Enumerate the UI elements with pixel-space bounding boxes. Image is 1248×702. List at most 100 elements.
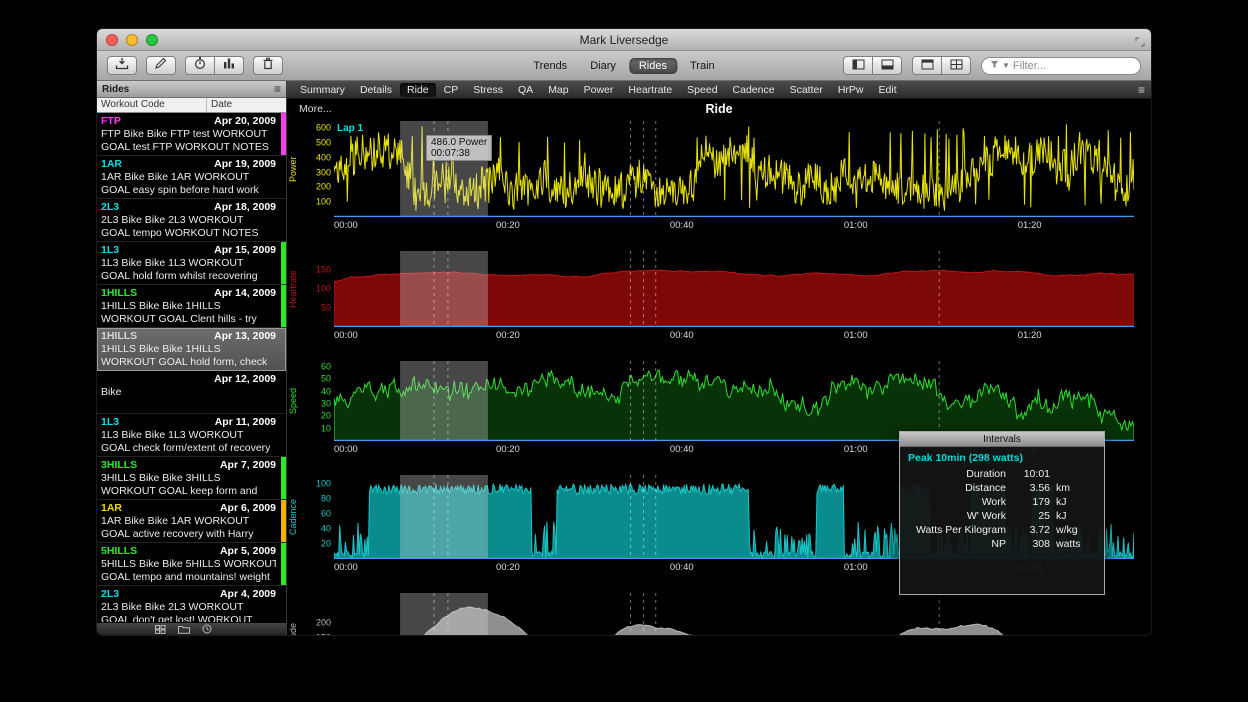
ride-row[interactable]: Apr 12, 2009Bike (97, 371, 286, 414)
intervals-button[interactable] (214, 56, 244, 75)
sidebar-header[interactable]: Rides ≡ (97, 81, 286, 98)
stat-label: NP (908, 537, 1014, 551)
y-tick-label: 400 (316, 153, 331, 162)
filter-input[interactable]: ▼ Filter... (981, 57, 1141, 75)
workout-code: 2L3 (101, 588, 119, 601)
toolbar-right: ▼ Filter... (843, 56, 1141, 75)
clock-icon[interactable] (202, 621, 212, 636)
toolbar-tab-diary[interactable]: Diary (580, 58, 626, 74)
ride-row[interactable]: 1HILLSApr 14, 20091HILLS Bike Bike 1HILL… (97, 285, 286, 328)
axis-label-cadence: Cadence (287, 475, 299, 559)
ride-description-line: GOAL easy spin before hard work (101, 184, 276, 197)
stopwatch-button[interactable] (185, 56, 215, 75)
y-tick-label: 40 (321, 387, 331, 396)
ride-list[interactable]: FTPApr 20, 2009FTP Bike Bike FTP test WO… (97, 113, 286, 622)
view-tab-scatter[interactable]: Scatter (783, 83, 830, 97)
sidebar-menu-icon[interactable]: ≡ (274, 84, 281, 94)
ride-row-top: 2L3Apr 18, 2009 (101, 201, 276, 214)
tiled-view-button[interactable] (941, 56, 971, 75)
chart-axis-altitude: Altitude100150200 (287, 593, 334, 636)
ride-description-line: 1HILLS Bike Bike 1HILLS (101, 300, 276, 313)
ride-row[interactable]: 1ARApr 6, 20091AR Bike Bike 1AR WORKOUTG… (97, 500, 286, 543)
close-button[interactable] (106, 34, 118, 46)
ride-row[interactable]: 1L3Apr 15, 20091L3 Bike Bike 1L3 WORKOUT… (97, 242, 286, 285)
view-tab-stress[interactable]: Stress (466, 83, 510, 97)
ride-date: Apr 15, 2009 (214, 244, 276, 257)
folder-icon[interactable] (178, 621, 190, 636)
titlebar[interactable]: Mark Liversedge (97, 29, 1151, 51)
zoom-button[interactable] (146, 34, 158, 46)
content: Rides ≡ Workout Code Date FTPApr 20, 200… (97, 81, 1151, 636)
stat-label: Duration (908, 467, 1014, 481)
view-tab-details[interactable]: Details (353, 83, 399, 97)
toggle-lowbar-button[interactable] (872, 56, 902, 75)
edit-button[interactable] (146, 56, 176, 75)
plot-speed[interactable] (334, 361, 1134, 441)
view-menu-icon[interactable]: ≡ (1138, 83, 1145, 97)
view-tab-cadence[interactable]: Cadence (726, 83, 782, 97)
view-tab-heartrate[interactable]: Heartrate (621, 83, 679, 97)
intervals-popup-title[interactable]: Intervals (900, 432, 1104, 447)
view-tab-power[interactable]: Power (577, 83, 621, 97)
ride-row[interactable]: 1ARApr 19, 20091AR Bike Bike 1AR WORKOUT… (97, 156, 286, 199)
plot-altitude[interactable] (334, 593, 1134, 636)
x-tick-label: 00:20 (496, 330, 520, 341)
ride-row[interactable]: 1HILLSApr 13, 20091HILLS Bike Bike 1HILL… (97, 328, 286, 371)
x-tick-label: 01:00 (844, 444, 868, 455)
ride-description-line: 1L3 Bike Bike 1L3 WORKOUT (101, 429, 276, 442)
ride-row[interactable]: FTPApr 20, 2009FTP Bike Bike FTP test WO… (97, 113, 286, 156)
ride-row[interactable]: 1L3Apr 11, 20091L3 Bike Bike 1L3 WORKOUT… (97, 414, 286, 457)
y-tick-label: 100 (316, 198, 331, 207)
delete-button[interactable] (253, 56, 283, 75)
traffic-lights (106, 34, 158, 46)
ride-row[interactable]: 2L3Apr 4, 20092L3 Bike Bike 2L3 WORKOUTG… (97, 586, 286, 622)
ride-description-line: 1AR Bike Bike 1AR WORKOUT (101, 171, 276, 184)
single-view-button[interactable] (912, 56, 942, 75)
ride-row[interactable]: 5HILLSApr 5, 20095HILLS Bike Bike 5HILLS… (97, 543, 286, 586)
workout-code: 2L3 (101, 201, 119, 214)
y-tick-label: 200 (316, 619, 331, 628)
tool-segment (185, 56, 244, 75)
ride-row-top: 1ARApr 6, 2009 (101, 502, 276, 515)
grid-icon[interactable] (155, 621, 166, 636)
ride-row[interactable]: 3HILLSApr 7, 20093HILLS Bike Bike 3HILLS… (97, 457, 286, 500)
ride-color-bar (281, 242, 286, 284)
minimize-button[interactable] (126, 34, 138, 46)
ride-date: Apr 7, 2009 (220, 459, 276, 472)
plot-heartrate[interactable] (334, 251, 1134, 327)
view-tab-edit[interactable]: Edit (872, 83, 904, 97)
ride-description-line: 2L3 Bike Bike 2L3 WORKOUT (101, 601, 276, 614)
plot-power[interactable]: Lap 1486.0 Power00:07:38 (334, 121, 1134, 217)
fullscreen-icon[interactable] (1135, 34, 1145, 52)
toolbar-tab-trends[interactable]: Trends (523, 58, 577, 74)
ride-description-line: GOAL tempo WORKOUT NOTES (101, 227, 276, 240)
view-tab-map[interactable]: Map (541, 83, 575, 97)
view-tab-cp[interactable]: CP (437, 83, 466, 97)
layout-toggle-segment (912, 56, 971, 75)
ride-row[interactable]: 2L3Apr 18, 20092L3 Bike Bike 2L3 WORKOUT… (97, 199, 286, 242)
workout-code: 1L3 (101, 416, 119, 429)
chart-altitude: Altitude100150200 (287, 593, 1151, 636)
intervals-popup[interactable]: Intervals Peak 10min (298 watts) Duratio… (899, 431, 1105, 595)
import-button[interactable] (107, 56, 137, 75)
toolbar-tab-train[interactable]: Train (680, 58, 725, 74)
ride-description-line: WORKOUT GOAL Clent hills - try (101, 313, 276, 326)
view-tab-qa[interactable]: QA (511, 83, 540, 97)
x-tick-label: 00:40 (670, 444, 694, 455)
ride-row-top: 1HILLSApr 13, 2009 (101, 330, 276, 343)
column-date[interactable]: Date (207, 98, 286, 112)
lap-label: Lap 1 (337, 123, 363, 134)
ride-description-line: GOAL hold form whilst recovering (101, 270, 276, 283)
sidebar-title: Rides (102, 84, 129, 95)
toolbar-tab-rides[interactable]: Rides (629, 58, 677, 74)
interval-stat-row: Duration10:01 (908, 467, 1096, 481)
view-tab-speed[interactable]: Speed (680, 83, 724, 97)
more-button[interactable]: More... (299, 103, 332, 115)
view-tab-ride[interactable]: Ride (400, 83, 436, 97)
y-tick-label: 50 (321, 304, 331, 313)
chevron-down-icon: ▼ (1002, 61, 1010, 70)
toggle-sidebar-button[interactable] (843, 56, 873, 75)
column-workout-code[interactable]: Workout Code (97, 98, 207, 112)
view-tab-summary[interactable]: Summary (293, 83, 352, 97)
view-tab-hrpw[interactable]: HrPw (831, 83, 871, 97)
